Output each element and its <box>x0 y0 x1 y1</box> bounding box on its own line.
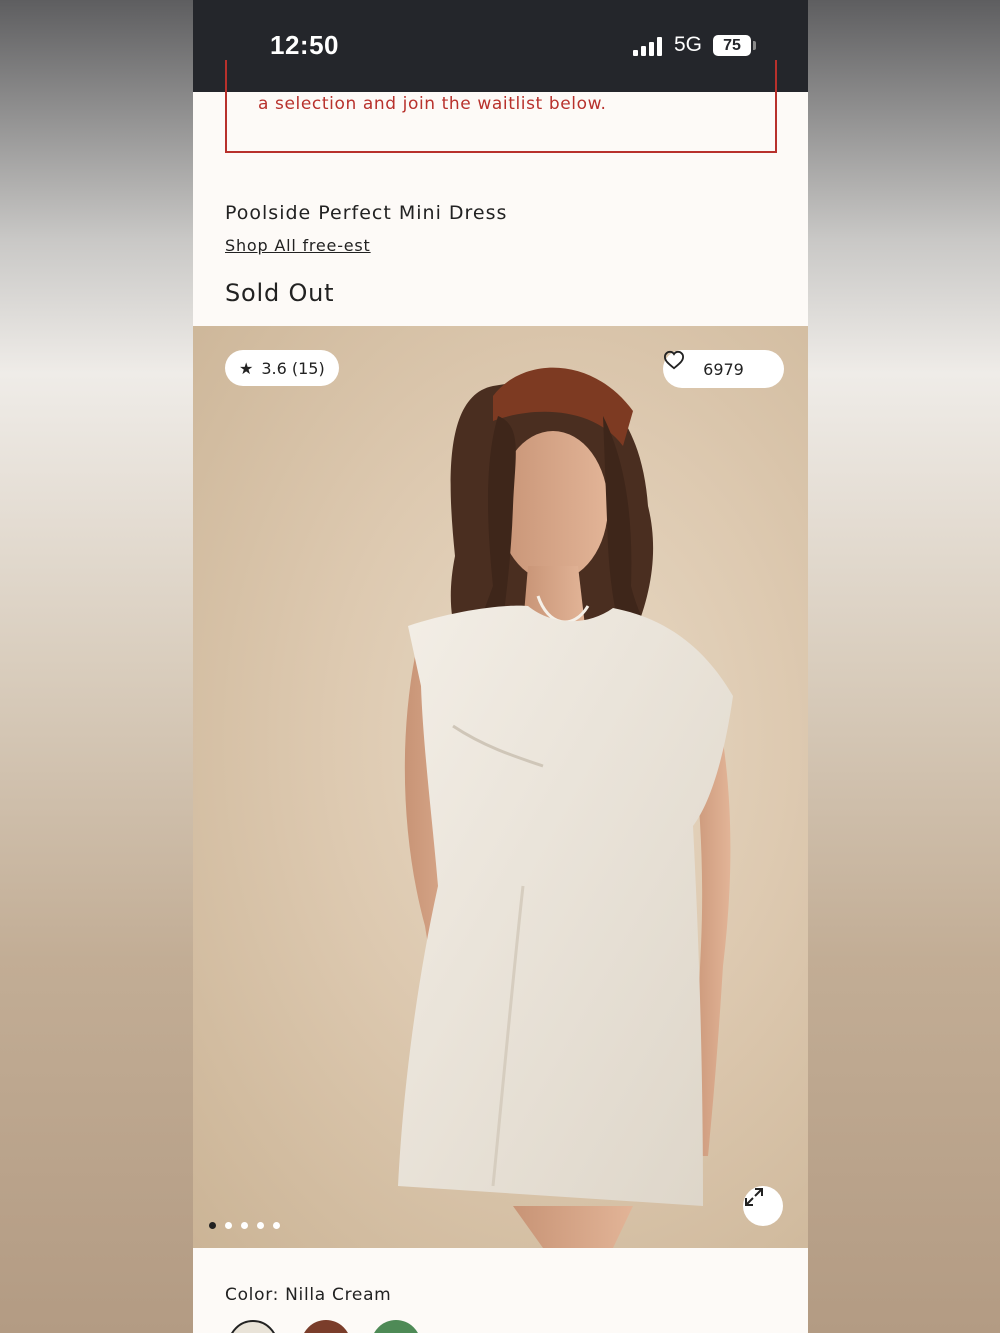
swatch-brown[interactable] <box>301 1320 351 1333</box>
color-label: Color: Nilla Cream <box>225 1285 392 1305</box>
favorite-button[interactable]: 6979 <box>663 350 784 388</box>
carousel-dot[interactable] <box>209 1222 216 1229</box>
favorite-count: 6979 <box>703 359 744 379</box>
background-left <box>0 0 193 1333</box>
swatch-nilla-cream[interactable] <box>228 1320 278 1333</box>
expand-image-button[interactable] <box>743 1186 783 1226</box>
carousel-dot[interactable] <box>257 1222 264 1229</box>
heart-icon <box>663 350 685 370</box>
shop-all-link[interactable]: Shop All free-est <box>225 236 371 255</box>
carousel-dot[interactable] <box>225 1222 232 1229</box>
status-time: 12:50 <box>270 30 339 60</box>
phone-screen: 12:50 5G 75 a selection and join the wai… <box>193 0 808 1333</box>
carousel-dot[interactable] <box>273 1222 280 1229</box>
carousel-indicator[interactable] <box>209 1222 280 1229</box>
star-icon: ★ <box>239 358 254 378</box>
background-right <box>808 0 1000 1333</box>
carousel-dot[interactable] <box>241 1222 248 1229</box>
rating-text: 3.6 (15) <box>261 358 325 378</box>
product-image[interactable]: ★ 3.6 (15) 6979 <box>193 326 808 1248</box>
battery-icon: 75 <box>713 35 751 56</box>
expand-icon <box>745 1188 763 1206</box>
product-title: Poolside Perfect Mini Dress <box>225 202 508 224</box>
battery-tip <box>753 41 756 50</box>
rating-badge[interactable]: ★ 3.6 (15) <box>225 350 339 386</box>
network-type: 5G <box>674 33 703 56</box>
waitlist-notice-text: a selection and join the waitlist below. <box>258 94 607 114</box>
availability-status: Sold Out <box>225 279 335 307</box>
swatch-green[interactable] <box>371 1320 421 1333</box>
model-photo <box>398 367 733 1248</box>
signal-icon <box>633 36 665 56</box>
